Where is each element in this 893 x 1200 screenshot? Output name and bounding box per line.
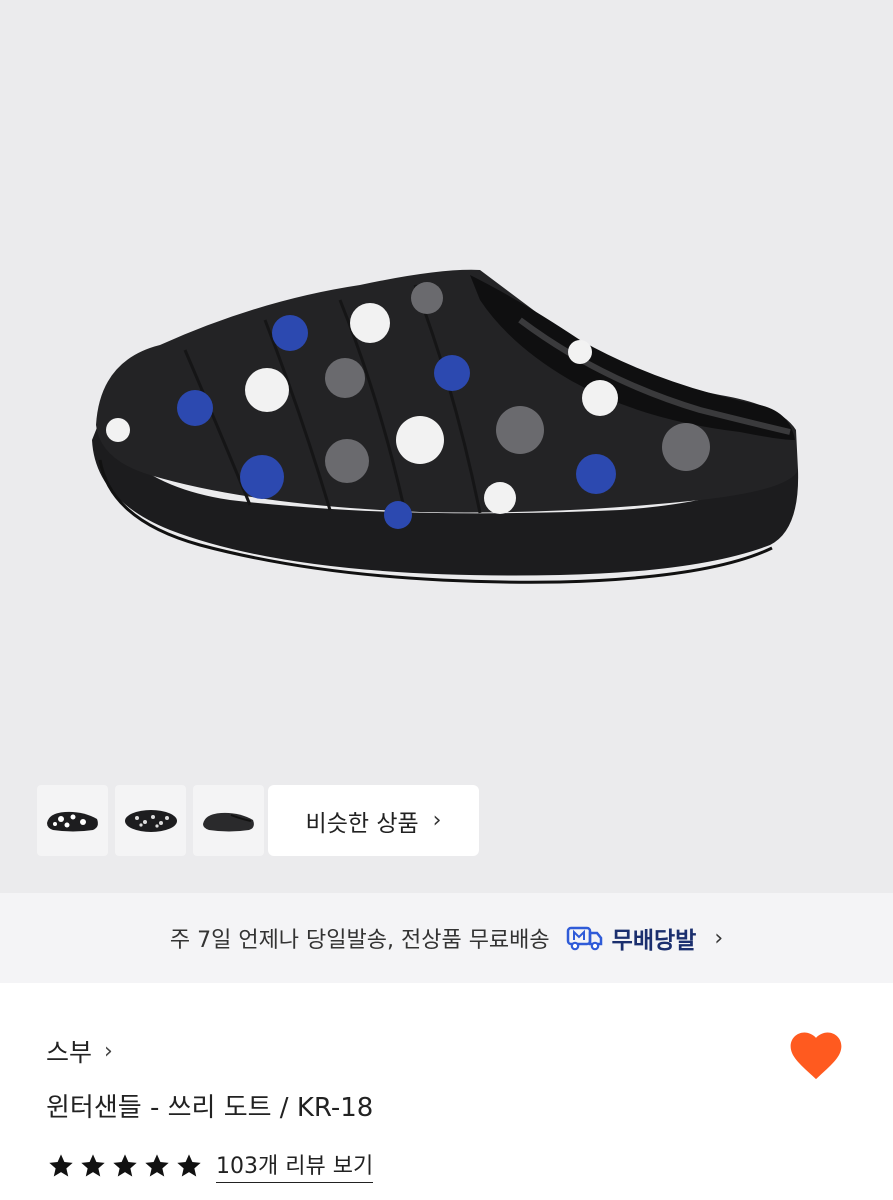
shipping-text: 주 7일 언제나 당일발송, 전상품 무료배송 bbox=[169, 928, 550, 953]
chevron-right-icon: › bbox=[104, 1038, 113, 1064]
product-title: 윈터샌들 - 쓰리 도트 / KR-18 bbox=[46, 1093, 374, 1123]
shipping-banner[interactable]: 주 7일 언제나 당일발송, 전상품 무료배송 무배당발 › bbox=[0, 893, 893, 983]
star-icon bbox=[49, 1153, 73, 1176]
thumbnail-1[interactable] bbox=[37, 785, 108, 856]
thumb-slipper-top-icon bbox=[124, 809, 177, 832]
chevron-right-icon: › bbox=[432, 808, 442, 833]
brand-link[interactable]: 스부 › bbox=[46, 1033, 113, 1069]
rating-stars bbox=[46, 1152, 204, 1180]
product-hero: 비슷한 상품 › bbox=[0, 0, 893, 893]
chevron-right-icon: › bbox=[714, 925, 724, 951]
shipping-badge-label: 무배당발 bbox=[611, 928, 697, 954]
heart-icon[interactable] bbox=[787, 1028, 845, 1082]
star-icon bbox=[113, 1153, 137, 1176]
star-icon bbox=[177, 1153, 201, 1176]
star-icon bbox=[81, 1153, 105, 1176]
thumbnail-2[interactable] bbox=[115, 785, 186, 856]
similar-products-button[interactable]: 비슷한 상품 › bbox=[268, 785, 479, 856]
thumb-slipper-black-icon bbox=[202, 812, 254, 831]
thumb-slipper-side-icon bbox=[46, 811, 98, 831]
product-info: 스부 › 윈터샌들 - 쓰리 도트 / KR-18 103개 리뷰 보기 bbox=[0, 983, 893, 1200]
thumbnail-3[interactable] bbox=[193, 785, 264, 856]
slipper-image bbox=[92, 269, 799, 584]
similar-products-label: 비슷한 상품 bbox=[305, 810, 419, 837]
review-link[interactable]: 103개 리뷰 보기 bbox=[216, 1148, 374, 1183]
star-icon bbox=[145, 1153, 169, 1176]
delivery-truck-icon bbox=[566, 926, 602, 951]
rating-row: 103개 리뷰 보기 bbox=[46, 1148, 374, 1183]
brand-name: 스부 bbox=[46, 1038, 93, 1067]
thumbnail-strip bbox=[37, 785, 264, 857]
shipping-badge: 무배당발 › bbox=[566, 921, 723, 955]
